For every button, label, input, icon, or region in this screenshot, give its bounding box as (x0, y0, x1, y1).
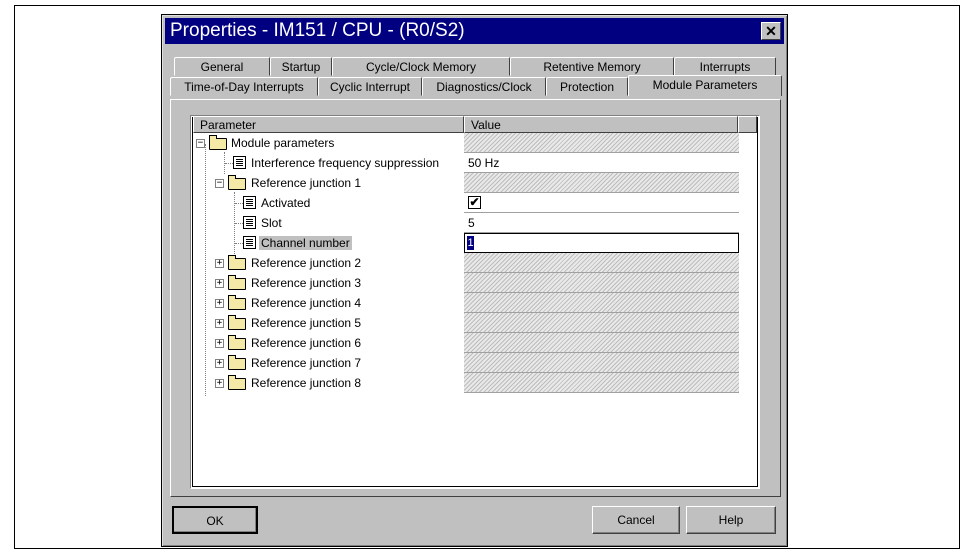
folder-icon (228, 295, 246, 310)
tab-cycle-clock-memory[interactable]: Cycle/Clock Memory (332, 57, 510, 76)
expand-toggle[interactable]: + (215, 279, 224, 288)
folder-open-icon (228, 175, 246, 190)
title-bar[interactable]: Properties - IM151 / CPU - (R0/S2) ✕ (165, 18, 784, 44)
channel-number-input[interactable]: 1 (464, 233, 739, 253)
tree-item-label[interactable]: Reference junction 1 (251, 173, 361, 193)
value-cell[interactable]: 50 Hz (464, 153, 739, 173)
value-cell (464, 333, 739, 353)
value-cell (464, 353, 739, 373)
tab-retentive-memory[interactable]: Retentive Memory (510, 57, 674, 76)
column-header-filler (738, 116, 757, 133)
collapse-toggle[interactable]: − (196, 139, 205, 148)
selected-label: Channel number (259, 236, 352, 250)
tree-line (235, 243, 243, 244)
value-cell (464, 253, 739, 273)
tab-protection[interactable]: Protection (546, 77, 628, 96)
expand-toggle[interactable]: + (215, 299, 224, 308)
tree-item-label[interactable]: Channel number (259, 233, 352, 253)
folder-icon (228, 375, 246, 390)
column-header-value[interactable]: Value (464, 116, 738, 133)
tree-item-label[interactable]: Module parameters (231, 133, 334, 153)
parameter-icon (243, 236, 256, 249)
tab-diagnostics-clock[interactable]: Diagnostics/Clock (422, 77, 546, 96)
selected-value: 1 (467, 236, 474, 250)
close-button[interactable]: ✕ (761, 22, 781, 40)
expand-toggle[interactable]: + (215, 259, 224, 268)
activated-checkbox[interactable]: ✔ (468, 196, 481, 209)
tree-line (235, 203, 243, 204)
tree-item-label[interactable]: Reference junction 2 (251, 253, 361, 273)
tab-cyclic-interrupt[interactable]: Cyclic Interrupt (318, 77, 422, 96)
folder-open-icon (209, 135, 227, 150)
tree-line (235, 223, 243, 224)
collapse-toggle[interactable]: − (215, 179, 224, 188)
tab-module-parameters[interactable]: Module Parameters (628, 75, 782, 96)
value-cell (464, 293, 739, 313)
tree-line (225, 163, 233, 164)
value-cell[interactable]: 5 (464, 213, 739, 233)
tab-time-of-day-interrupts[interactable]: Time-of-Day Interrupts (170, 77, 318, 96)
window-title: Properties - IM151 / CPU - (R0/S2) (170, 20, 465, 41)
tree-item-label[interactable]: Reference junction 3 (251, 273, 361, 293)
value-cell (464, 273, 739, 293)
value-cell (464, 133, 739, 153)
folder-icon (228, 335, 246, 350)
tree-item-label[interactable]: Reference junction 6 (251, 333, 361, 353)
value-cell (464, 373, 739, 393)
value-cell (464, 173, 739, 193)
tree-item-label[interactable]: Reference junction 8 (251, 373, 361, 393)
column-header-parameter[interactable]: Parameter (193, 116, 464, 133)
tree-item-label[interactable]: Interference frequency suppression (251, 153, 439, 173)
tree-item-label[interactable]: Reference junction 4 (251, 293, 361, 313)
tree-line (205, 144, 206, 396)
expand-toggle[interactable]: + (215, 319, 224, 328)
parameter-grid[interactable]: Parameter Value − Module parameters Inte… (190, 115, 760, 489)
folder-icon (228, 255, 246, 270)
tree-item-label[interactable]: Activated (261, 193, 310, 213)
tree-item-label[interactable]: Reference junction 7 (251, 353, 361, 373)
value-cell (464, 313, 739, 333)
tree-item-label[interactable]: Slot (261, 213, 282, 233)
help-button[interactable]: Help (686, 506, 776, 534)
expand-toggle[interactable]: + (215, 359, 224, 368)
folder-icon (228, 315, 246, 330)
parameter-icon (243, 216, 256, 229)
folder-icon (228, 275, 246, 290)
close-icon: ✕ (765, 23, 777, 39)
tree-item-label[interactable]: Reference junction 5 (251, 313, 361, 333)
expand-toggle[interactable]: + (215, 379, 224, 388)
tab-interrupts[interactable]: Interrupts (674, 57, 776, 76)
value-text: 5 (468, 216, 475, 230)
tab-general[interactable]: General (174, 57, 270, 76)
value-cell[interactable]: ✔ (464, 193, 739, 213)
ok-button[interactable]: OK (172, 506, 258, 534)
value-text: 50 Hz (468, 156, 500, 170)
properties-dialog: Properties - IM151 / CPU - (R0/S2) ✕ Gen… (161, 14, 788, 547)
folder-icon (228, 355, 246, 370)
parameter-icon (233, 156, 246, 169)
cancel-button[interactable]: Cancel (592, 506, 680, 534)
parameter-icon (243, 196, 256, 209)
expand-toggle[interactable]: + (215, 339, 224, 348)
tab-startup[interactable]: Startup (270, 57, 332, 76)
